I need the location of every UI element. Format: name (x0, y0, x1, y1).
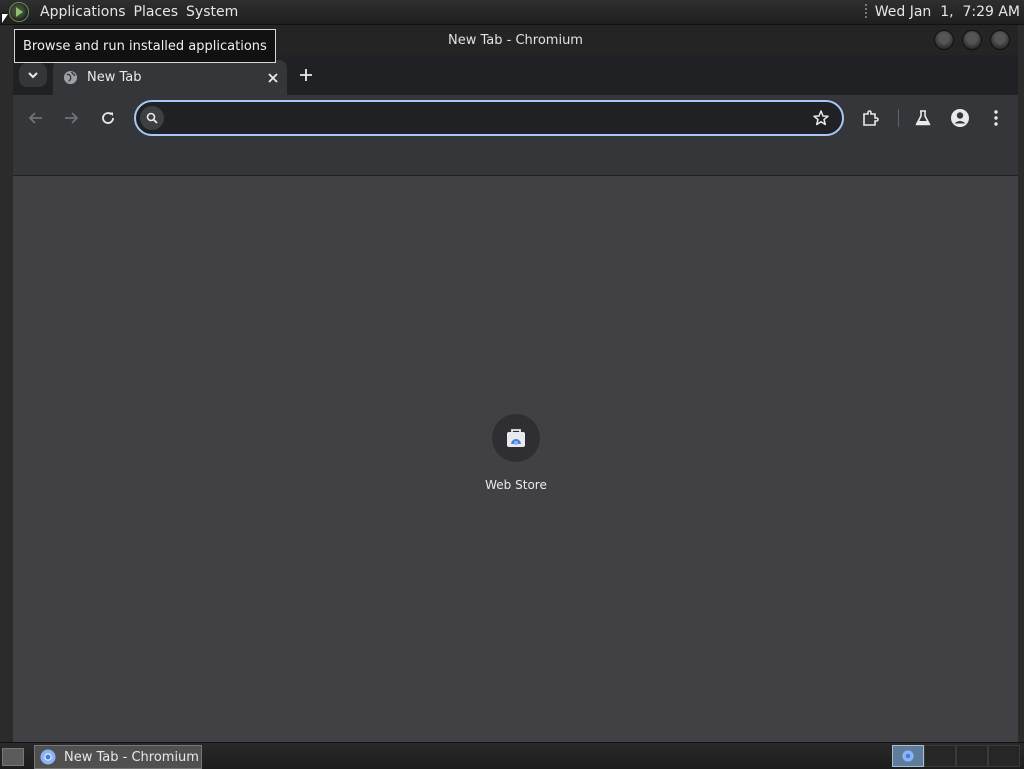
tab-new-tab[interactable]: New Tab (53, 60, 287, 95)
close-window-button[interactable] (990, 30, 1010, 50)
minimize-button[interactable] (934, 30, 954, 50)
labs-flask-icon (915, 110, 931, 126)
applications-tooltip: Browse and run installed applications (14, 29, 276, 63)
taskbar-item-chromium[interactable]: New Tab - Chromium (34, 745, 202, 769)
maximize-button[interactable] (962, 30, 982, 50)
shortcut-web-store[interactable]: Web Store (475, 414, 557, 492)
chevron-down-icon (28, 72, 38, 79)
menu-system[interactable]: System (182, 4, 242, 20)
panel-clock-area: Wed Jan 1, 7:29 AM (864, 0, 1020, 24)
taskbar-item-label: New Tab - Chromium (64, 749, 199, 765)
tab-title: New Tab (87, 70, 142, 85)
show-desktop-button[interactable] (2, 748, 24, 766)
panel-clock[interactable]: Wed Jan 1, 7:29 AM (875, 4, 1020, 20)
chromium-icon (902, 750, 914, 762)
window-title: New Tab - Chromium (448, 32, 583, 48)
bookmarks-bar (13, 141, 1018, 176)
extensions-button[interactable] (858, 106, 882, 130)
shortcut-icon-container (492, 414, 540, 462)
back-arrow-icon (28, 112, 42, 124)
tab-search-button[interactable] (19, 63, 47, 87)
new-tab-page: Web Store (13, 176, 1018, 742)
app-menu-icon[interactable] (9, 2, 29, 22)
reload-button[interactable] (96, 106, 120, 130)
globe-icon (63, 70, 78, 85)
profile-icon (951, 109, 969, 127)
menu-applications[interactable]: Applications (36, 4, 130, 20)
workspace-2[interactable] (924, 745, 956, 767)
labs-button[interactable] (911, 106, 935, 130)
address-bar[interactable] (134, 100, 844, 136)
chromium-icon (40, 749, 56, 765)
workspace-switcher (892, 745, 1020, 767)
address-input[interactable] (172, 106, 796, 132)
mouse-cursor-icon (2, 14, 8, 23)
back-button[interactable] (24, 106, 48, 130)
workspace-3[interactable] (956, 745, 988, 767)
window-controls (934, 30, 1010, 50)
menu-places[interactable]: Places (130, 4, 183, 20)
workspace-1[interactable] (892, 745, 924, 767)
toolbar-divider (898, 109, 899, 127)
extensions-icon (863, 110, 879, 126)
top-panel: Applications Places System Wed Jan 1, 7:… (0, 0, 1024, 25)
toolbar (13, 95, 1018, 141)
shortcut-title: Web Store (485, 478, 547, 492)
menu-button[interactable] (984, 106, 1008, 130)
forward-arrow-icon (65, 112, 79, 124)
menu-dots-icon (994, 110, 998, 126)
close-icon (268, 72, 278, 83)
profile-button[interactable] (948, 106, 972, 130)
bottom-panel: New Tab - Chromium (0, 742, 1024, 769)
browser-window: New Tab - Chromium New Tab Web Store (13, 25, 1018, 742)
plus-icon (300, 69, 312, 81)
bookmark-star-icon[interactable] (812, 109, 830, 127)
new-tab-button[interactable] (296, 65, 316, 85)
workspace-4[interactable] (988, 745, 1020, 767)
reload-icon (102, 112, 114, 124)
tab-close-button[interactable] (265, 70, 281, 86)
panel-separator (864, 4, 867, 20)
web-store-icon (507, 429, 525, 447)
search-icon (140, 106, 164, 130)
forward-button[interactable] (59, 106, 83, 130)
